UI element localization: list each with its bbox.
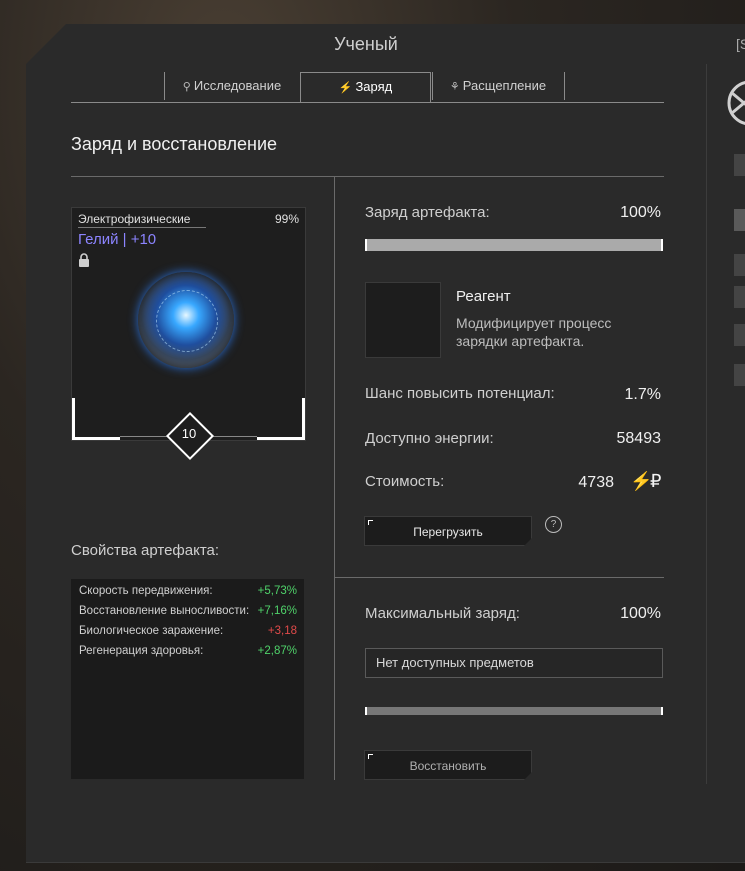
artifact-card[interactable]: Электрофизические 99% Гелий | +10 10: [71, 207, 306, 461]
reagent-slot[interactable]: [365, 282, 441, 358]
restore-button-label: Восстановить: [409, 759, 487, 773]
tab-splitting[interactable]: ⚘ Расщепление: [433, 72, 563, 100]
divider: [71, 176, 664, 177]
property-value: +3,18: [267, 625, 297, 637]
artifact-level: 10: [181, 426, 197, 441]
side-tab-icon[interactable]: [734, 254, 745, 276]
artifact-glow: [156, 290, 218, 352]
tab-label: Исследование: [193, 78, 282, 93]
tab-label: Расщепление: [462, 78, 547, 93]
artifact-type: Электрофизические: [78, 212, 206, 228]
cost-label: Стоимость:: [365, 473, 445, 490]
side-tab-icon[interactable]: [734, 364, 745, 386]
overload-button-label: Перегрузить: [413, 525, 483, 539]
column-divider: [334, 176, 335, 780]
lightning-icon: ⚡: [338, 82, 353, 94]
charge-value: 100%: [620, 204, 661, 221]
property-row: Регенерация здоровья: +2,87%: [79, 645, 297, 663]
tab-bar: ⚲ Исследование ⚡ Заряд ⚘ Расщепление: [71, 72, 664, 103]
chance-label: Шанс повысить потенциал:: [365, 385, 555, 402]
window-title: Ученый: [334, 34, 398, 54]
property-name: Восстановление выносливости:: [79, 605, 250, 617]
circle-emblem-icon[interactable]: [726, 79, 745, 132]
cost-value: 4738: [578, 474, 614, 491]
tab-label: Заряд: [355, 79, 393, 94]
search-icon: ⚲: [182, 81, 191, 93]
side-tab-icon[interactable]: [734, 324, 745, 346]
item-select[interactable]: Нет доступных предметов: [365, 648, 663, 678]
restore-button[interactable]: Восстановить: [364, 750, 532, 780]
artifact-name: Гелий | +10: [78, 231, 157, 248]
charge-label: Заряд артефакта:: [365, 204, 490, 221]
side-divider: [706, 64, 707, 784]
properties-panel: Скорость передвижения: +5,73% Восстановл…: [71, 579, 304, 779]
overload-button[interactable]: Перегрузить: [364, 516, 532, 546]
tab-separator: [564, 72, 565, 100]
artifact-percent: 99%: [274, 212, 299, 226]
section-title: Заряд и восстановление: [71, 134, 278, 154]
energy-value: 58493: [616, 430, 662, 447]
divider: [334, 577, 664, 578]
property-row: Восстановление выносливости: +7,16%: [79, 605, 297, 623]
properties-title: Свойства артефакта:: [71, 542, 220, 559]
property-name: Регенерация здоровья:: [79, 645, 204, 657]
lock-icon: [78, 253, 90, 272]
max-charge-label: Максимальный заряд:: [365, 605, 520, 622]
scientist-window: Ученый [S ⚲ Исследование ⚡ Заряд ⚘ Расщепле…: [26, 24, 745, 863]
reagent-title: Реагент: [456, 288, 511, 305]
ruble-icon: ₽: [650, 471, 662, 491]
property-name: Скорость передвижения:: [79, 585, 213, 597]
button-corner-tick: [368, 754, 373, 759]
max-charge-bar: [365, 707, 663, 715]
card-corner-right: [257, 398, 305, 440]
charge-bar: [365, 239, 663, 251]
chance-value: 1.7%: [624, 386, 661, 403]
energy-label: Доступно энергии:: [365, 430, 494, 447]
button-corner-tick: [368, 520, 373, 525]
property-value: +5,73%: [257, 585, 297, 597]
card-corner-left: [72, 398, 120, 440]
property-value: +7,16%: [257, 605, 297, 617]
side-tab-icon[interactable]: [734, 154, 745, 176]
property-value: +2,87%: [257, 645, 297, 657]
property-row: Скорость передвижения: +5,73%: [79, 585, 297, 603]
reagent-description: Модифицирует процесс зарядки артефакта.: [456, 315, 612, 349]
hotkey-hint: [S: [736, 36, 745, 52]
split-icon: ⚘: [449, 81, 460, 93]
property-row: Биологическое заражение: +3,18: [79, 625, 297, 643]
tab-charge[interactable]: ⚡ Заряд: [300, 72, 431, 102]
max-charge-value: 100%: [620, 605, 661, 622]
help-icon[interactable]: ?: [545, 516, 562, 533]
tab-research[interactable]: ⚲ Исследование: [165, 72, 299, 100]
property-name: Биологическое заражение:: [79, 625, 224, 637]
side-tab-icon[interactable]: [734, 286, 745, 308]
side-tab-icon[interactable]: [734, 209, 745, 231]
